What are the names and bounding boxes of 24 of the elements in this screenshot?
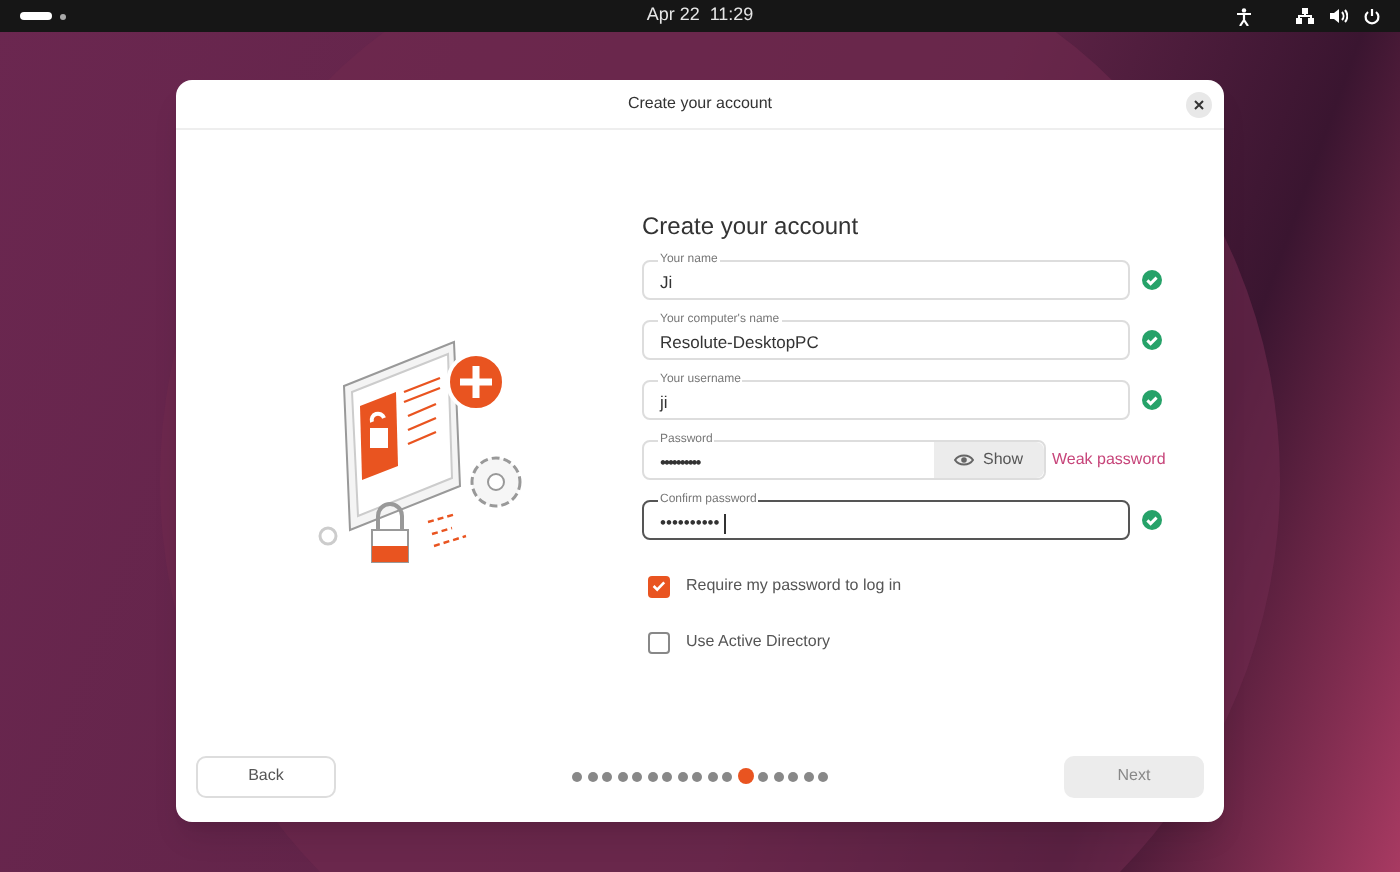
field-value: •••••••••• bbox=[660, 510, 720, 536]
checkbox-label: Use Active Directory bbox=[686, 630, 831, 654]
field-value: •••••••••• bbox=[660, 450, 700, 476]
show-password-button[interactable]: Show bbox=[934, 442, 1044, 478]
eye-icon bbox=[954, 454, 975, 466]
close-icon bbox=[1194, 99, 1204, 109]
back-button[interactable]: Back bbox=[196, 755, 336, 797]
form-heading: Create your account bbox=[642, 210, 861, 244]
network-icon[interactable] bbox=[1296, 8, 1314, 24]
volume-icon[interactable] bbox=[1330, 8, 1348, 24]
checkbox[interactable] bbox=[648, 575, 670, 597]
power-icon[interactable] bbox=[1364, 7, 1380, 25]
field-value: ji bbox=[660, 390, 668, 416]
window-title: Create your account bbox=[627, 92, 773, 116]
password-strength: Weak password bbox=[1052, 448, 1166, 472]
checkbox-label: Require my password to log in bbox=[686, 574, 902, 598]
close-button[interactable] bbox=[1186, 91, 1212, 117]
activities-icon[interactable] bbox=[20, 12, 66, 20]
text-cursor bbox=[723, 513, 726, 533]
clock[interactable]: Apr 22 11:29 bbox=[646, 2, 754, 30]
accessibility-icon[interactable] bbox=[1236, 7, 1252, 25]
checkbox[interactable] bbox=[648, 631, 670, 653]
field-value: Resolute-DesktopPC bbox=[660, 330, 819, 356]
field-value: Ji bbox=[660, 270, 673, 296]
